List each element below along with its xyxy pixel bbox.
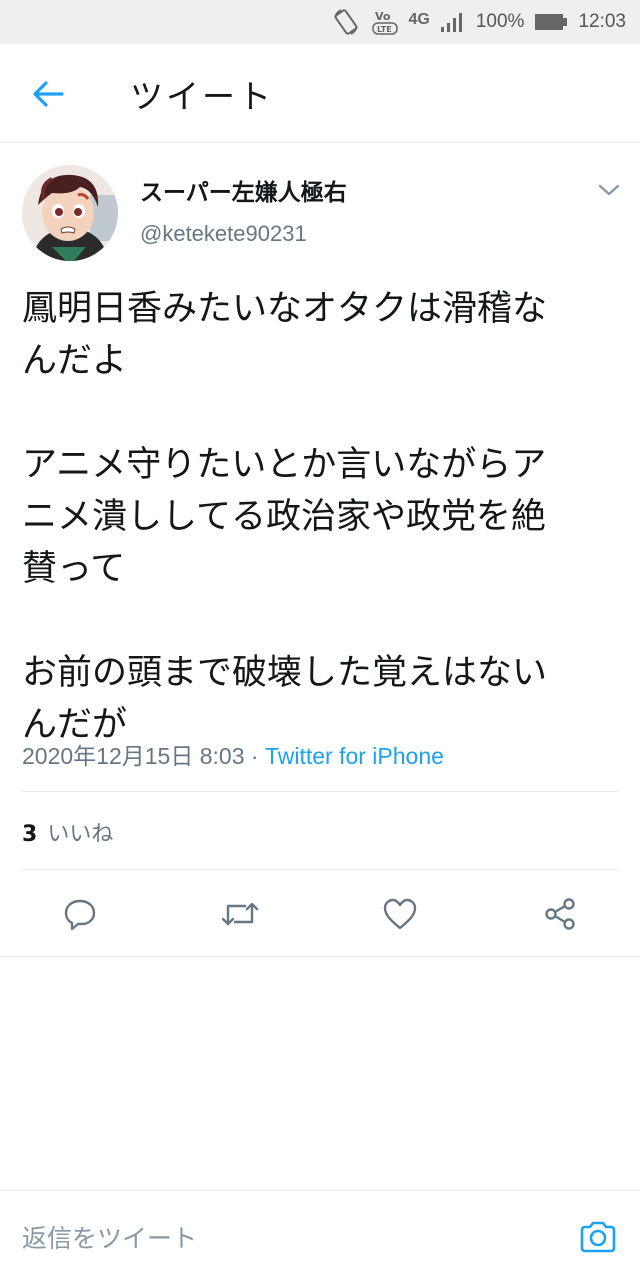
status-icons: Vo LTE 4G 100% 12:03	[331, 0, 626, 44]
volte-icon: Vo LTE	[371, 7, 399, 37]
divider	[22, 791, 618, 792]
page-title: ツイート	[130, 77, 274, 116]
heart-icon	[383, 898, 417, 930]
tweet-action-bar	[0, 888, 640, 940]
like-count: 3	[22, 822, 38, 847]
like-stats[interactable]: 3 いいね	[22, 816, 113, 848]
retweet-icon	[221, 902, 259, 926]
avatar[interactable]	[22, 165, 118, 261]
signal-icon	[440, 11, 466, 33]
camera-icon	[580, 1221, 616, 1253]
tweet-paragraph: お前の頭まで破壊した覚えはない んだが	[22, 647, 622, 751]
divider	[22, 869, 618, 870]
network-type: 4G	[408, 11, 430, 28]
tweet-timestamp[interactable]: 2020年12月15日 8:03	[22, 743, 245, 769]
like-button[interactable]	[374, 888, 426, 940]
tweet-line: アニメ守りたいとか言いながらア	[22, 445, 547, 485]
author-name[interactable]: スーパー左嫌人極右	[140, 173, 347, 207]
top-app-bar: ツイート	[0, 44, 640, 143]
chevron-down-icon	[598, 184, 620, 196]
tweet-text: 鳳明日香みたいなオタクは滑稽な んだよ アニメ守りたいとか言いながらア ニメ潰し…	[22, 283, 622, 751]
tweet-line: 賛って	[22, 549, 126, 589]
tweet-line: 鳳明日香みたいなオタクは滑稽な	[22, 289, 548, 329]
tweet-meta: 2020年12月15日 8:03 · Twitter for iPhone	[22, 737, 444, 771]
share-icon	[545, 898, 575, 930]
back-button[interactable]	[28, 74, 68, 114]
svg-text:Vo: Vo	[375, 10, 391, 23]
reply-icon	[64, 899, 96, 931]
tweet-line: んだよ	[22, 341, 128, 381]
tweet-options-button[interactable]	[596, 180, 622, 200]
like-label: いいね	[47, 822, 114, 847]
meta-separator: ·	[244, 743, 265, 769]
rotate-icon	[331, 7, 361, 37]
reply-button[interactable]	[54, 888, 106, 940]
tweet-paragraph: アニメ守りたいとか言いながらア ニメ潰ししてる政治家や政党を絶 賛って	[22, 439, 622, 595]
tweet-paragraph: 鳳明日香みたいなオタクは滑稽な んだよ	[22, 283, 622, 387]
reply-bar: 返信をツイート	[0, 1190, 640, 1281]
tweet-line: ニメ潰ししてる政治家や政党を絶	[22, 497, 546, 537]
tweet-source-link[interactable]: Twitter for iPhone	[265, 743, 444, 769]
reply-input[interactable]: 返信をツイート	[22, 1219, 197, 1255]
svg-text:LTE: LTE	[377, 25, 392, 34]
author-handle[interactable]: @ketekete90231	[140, 221, 307, 247]
battery-percent: 100%	[475, 11, 525, 32]
status-bar: Vo LTE 4G 100% 12:03	[0, 0, 640, 44]
battery-icon	[534, 12, 568, 32]
share-button[interactable]	[534, 888, 586, 940]
arrow-left-icon	[33, 81, 64, 107]
clock: 12:03	[578, 11, 626, 32]
retweet-button[interactable]	[214, 888, 266, 940]
tweet-line: お前の頭まで破壊した覚えはない	[22, 653, 548, 693]
divider	[0, 956, 640, 957]
camera-button[interactable]	[576, 1215, 620, 1259]
